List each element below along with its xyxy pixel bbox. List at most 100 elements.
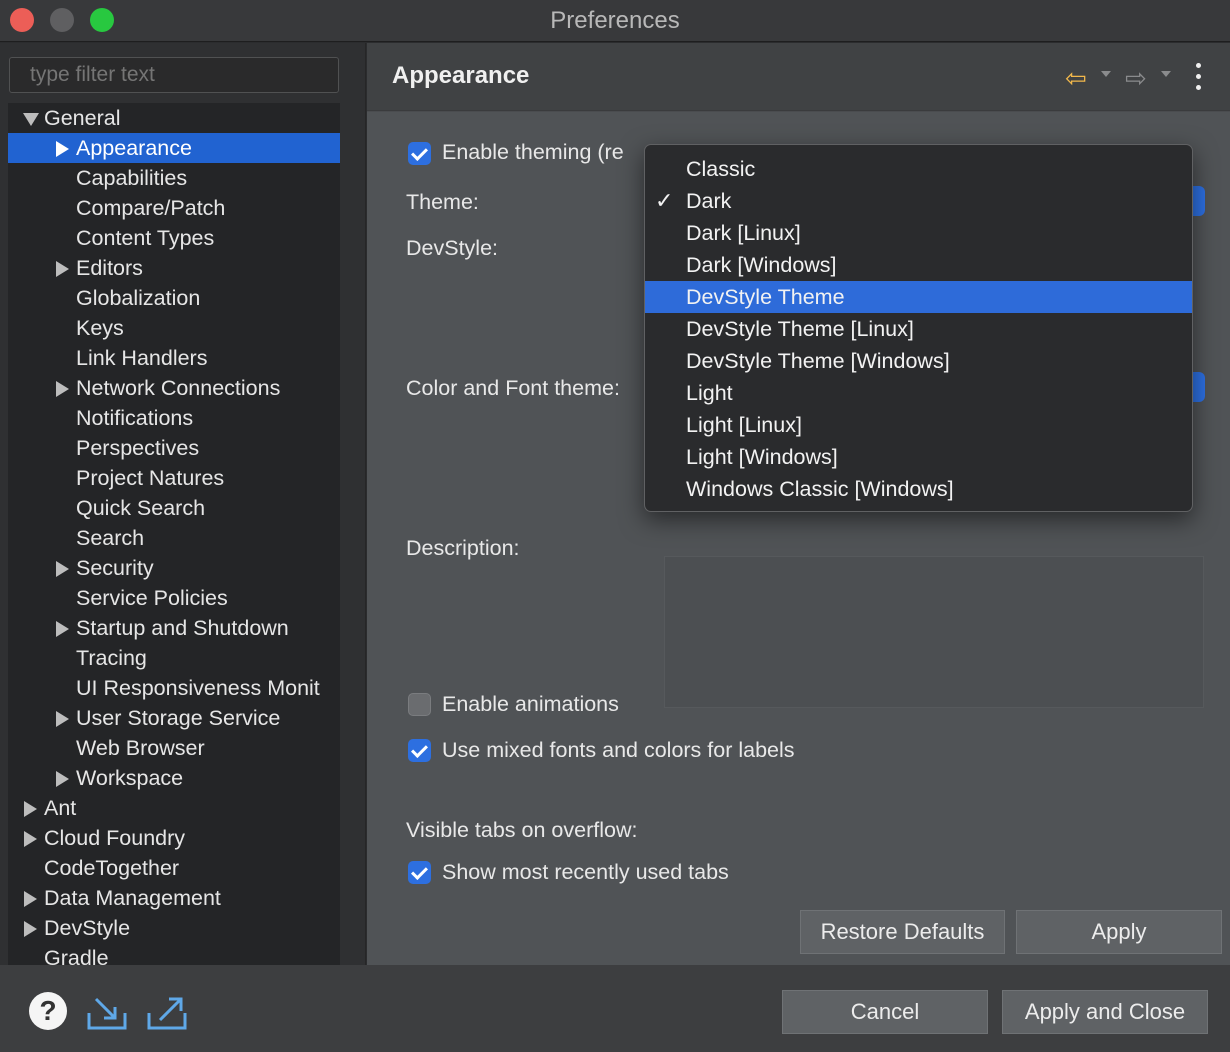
tree-item-label: Perspectives: [76, 436, 200, 460]
theme-dropdown-menu[interactable]: Classic ✓ Dark Dark [Linux] Dark [Windows] De…: [644, 144, 1193, 512]
arrow-right-icon[interactable]: ⇨: [1125, 63, 1147, 94]
chevron-down-icon[interactable]: [1101, 71, 1111, 77]
theme-option-label: DevStyle Theme [Linux]: [686, 317, 914, 341]
tree-item-quick-search[interactable]: Quick Search: [8, 493, 340, 523]
theme-option[interactable]: Windows Classic [Windows]: [645, 473, 1192, 505]
tree-item-notifications[interactable]: Notifications: [8, 403, 340, 433]
chevron-right-icon[interactable]: [56, 771, 69, 787]
theme-option[interactable]: Dark [Windows]: [645, 249, 1192, 281]
chevron-right-icon[interactable]: [24, 801, 37, 817]
tree-item-label: Security: [76, 556, 154, 580]
chevron-right-icon[interactable]: [56, 561, 69, 577]
page-title: Appearance: [392, 62, 530, 89]
tree-item-label: DevStyle: [44, 916, 131, 940]
theme-option-label: Light: [686, 381, 733, 405]
tree-item-workspace[interactable]: Workspace: [8, 763, 340, 793]
tree-item-user-storage-service[interactable]: User Storage Service: [8, 703, 340, 733]
chevron-right-icon[interactable]: [56, 621, 69, 637]
tree-item-editors[interactable]: Editors: [8, 253, 340, 283]
preference-tree[interactable]: General Appearance Capabilities Compare/Pat…: [8, 103, 340, 965]
tree-item-search[interactable]: Search: [8, 523, 340, 553]
tree-item-devstyle[interactable]: DevStyle: [8, 913, 340, 943]
tree-item-data-management[interactable]: Data Management: [8, 883, 340, 913]
theme-option[interactable]: DevStyle Theme: [645, 281, 1192, 313]
kebab-menu-icon[interactable]: [1195, 63, 1203, 93]
tree-item-general[interactable]: General: [8, 103, 340, 133]
theme-option[interactable]: Light [Windows]: [645, 441, 1192, 473]
chevron-right-icon[interactable]: [56, 711, 69, 727]
tree-item-content-types[interactable]: Content Types: [8, 223, 340, 253]
tree-item-project-natures[interactable]: Project Natures: [8, 463, 340, 493]
cancel-button[interactable]: Cancel: [782, 990, 988, 1034]
chevron-right-icon[interactable]: [56, 141, 69, 157]
tree-item-label: Content Types: [76, 226, 215, 250]
chevron-right-icon[interactable]: [24, 831, 37, 847]
tree-item-label: User Storage Service: [76, 706, 281, 730]
tree-item-label: Startup and Shutdown: [76, 616, 289, 640]
theme-option[interactable]: ✓ Dark: [645, 185, 1192, 217]
apply-button[interactable]: Apply: [1016, 910, 1222, 954]
restore-defaults-button[interactable]: Restore Defaults: [800, 910, 1005, 954]
tree-item-globalization[interactable]: Globalization: [8, 283, 340, 313]
tree-item-label: Gradle: [44, 946, 109, 965]
enable-theming-label: Enable theming (re: [442, 140, 624, 164]
enable-animations-checkbox[interactable]: [408, 693, 431, 716]
help-icon[interactable]: ?: [29, 992, 67, 1030]
enable-theming-checkbox[interactable]: [408, 142, 431, 165]
tree-item-cloud-foundry[interactable]: Cloud Foundry: [8, 823, 340, 853]
chevron-right-icon[interactable]: [24, 921, 37, 937]
theme-option[interactable]: Light: [645, 377, 1192, 409]
tree-item-ui-responsiveness-monit[interactable]: UI Responsiveness Monit: [8, 673, 340, 703]
mixed-fonts-label: Use mixed fonts and colors for labels: [442, 738, 795, 762]
tree-item-label: Notifications: [76, 406, 194, 430]
theme-option[interactable]: Classic: [645, 153, 1192, 185]
theme-option[interactable]: DevStyle Theme [Linux]: [645, 313, 1192, 345]
tree-item-label: Search: [76, 526, 145, 550]
tree-item-label: Appearance: [76, 136, 192, 160]
checkmark-icon: ✓: [655, 188, 674, 213]
tree-item-keys[interactable]: Keys: [8, 313, 340, 343]
tree-item-label: Globalization: [76, 286, 201, 310]
tree-item-label: Compare/Patch: [76, 196, 226, 220]
theme-option-label: Dark [Linux]: [686, 221, 801, 245]
tree-item-link-handlers[interactable]: Link Handlers: [8, 343, 340, 373]
tree-item-appearance[interactable]: Appearance: [8, 133, 340, 163]
import-icon[interactable]: [86, 995, 128, 1031]
theme-label: Theme:: [406, 190, 479, 214]
tree-item-label: Web Browser: [76, 736, 205, 760]
apply-and-close-button[interactable]: Apply and Close: [1002, 990, 1208, 1034]
theme-option[interactable]: DevStyle Theme [Windows]: [645, 345, 1192, 377]
chevron-right-icon[interactable]: [56, 381, 69, 397]
tree-item-perspectives[interactable]: Perspectives: [8, 433, 340, 463]
mixed-fonts-checkbox[interactable]: [408, 739, 431, 762]
tree-item-ant[interactable]: Ant: [8, 793, 340, 823]
chevron-right-icon[interactable]: [56, 261, 69, 277]
tree-item-web-browser[interactable]: Web Browser: [8, 733, 340, 763]
chevron-right-icon[interactable]: [24, 891, 37, 907]
filter-input[interactable]: [9, 57, 339, 93]
tree-item-security[interactable]: Security: [8, 553, 340, 583]
show-mru-tabs-checkbox[interactable]: [408, 861, 431, 884]
export-icon[interactable]: [146, 995, 188, 1031]
theme-option[interactable]: Dark [Linux]: [645, 217, 1192, 249]
theme-option[interactable]: Light [Linux]: [645, 409, 1192, 441]
tree-item-compare-patch[interactable]: Compare/Patch: [8, 193, 340, 223]
tabs-overflow-label: Visible tabs on overflow:: [406, 818, 638, 842]
theme-option-label: Dark: [686, 189, 732, 213]
tree-item-codetogether[interactable]: CodeTogether: [8, 853, 340, 883]
chevron-down-icon[interactable]: [1161, 71, 1171, 77]
tree-item-capabilities[interactable]: Capabilities: [8, 163, 340, 193]
tree-item-label: Capabilities: [76, 166, 188, 190]
tree-item-service-policies[interactable]: Service Policies: [8, 583, 340, 613]
tree-item-label: CodeTogether: [44, 856, 180, 880]
description-box: [664, 556, 1204, 708]
chevron-down-icon[interactable]: [23, 113, 39, 126]
arrow-left-icon[interactable]: ⇦: [1065, 63, 1087, 94]
tree-item-network-connections[interactable]: Network Connections: [8, 373, 340, 403]
tree-item-gradle[interactable]: Gradle: [8, 943, 340, 965]
tree-item-startup-and-shutdown[interactable]: Startup and Shutdown: [8, 613, 340, 643]
description-label: Description:: [406, 536, 520, 560]
tree-item-label: Workspace: [76, 766, 184, 790]
tree-item-label: Tracing: [76, 646, 147, 670]
tree-item-tracing[interactable]: Tracing: [8, 643, 340, 673]
